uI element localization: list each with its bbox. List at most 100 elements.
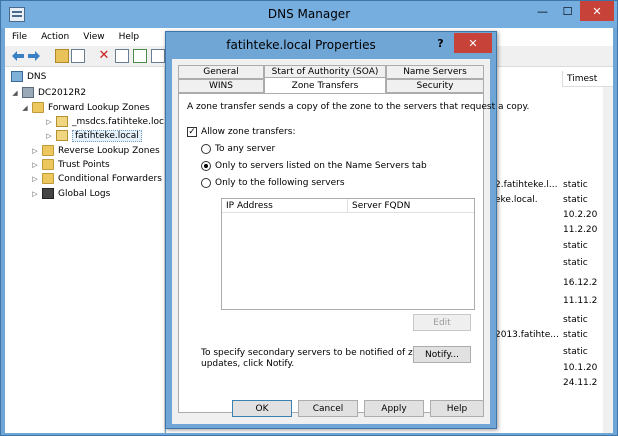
edit-button[interactable]: Edit: [413, 314, 471, 331]
allow-zone-transfers-checkbox[interactable]: ✓: [187, 127, 197, 137]
dialog-help-button[interactable]: ?: [428, 33, 453, 53]
back-arrow-icon[interactable]: [11, 49, 25, 63]
tree-item-reverse-lookup-zones[interactable]: ▷ Reverse Lookup Zones: [31, 143, 160, 158]
tree-item-label: Global Logs: [58, 188, 111, 199]
folder-icon: [42, 145, 54, 156]
forward-arrow-icon[interactable]: [27, 49, 41, 63]
zone-transfer-description: A zone transfer sends a copy of the zone…: [187, 102, 530, 112]
tab-name-servers[interactable]: Name Servers: [386, 65, 484, 79]
dialog-body: General Start of Authority (SOA) Name Se…: [172, 59, 529, 424]
dialog-close-button[interactable]: ✕: [454, 33, 492, 53]
menu-file[interactable]: File: [5, 32, 34, 42]
menu-view[interactable]: View: [76, 32, 111, 42]
list-cell: 2013.fatihte...: [495, 330, 559, 340]
help-button[interactable]: Help: [430, 400, 484, 417]
tab-zone-transfers[interactable]: Zone Transfers: [264, 77, 386, 93]
notify-description-line2: updates, click Notify.: [201, 359, 295, 369]
tree-item-label: _msdcs.fatihteke.loca: [72, 116, 165, 127]
radio-following-servers[interactable]: [201, 178, 211, 188]
list-cell: 2.fatihteke.l...: [495, 180, 558, 190]
tree-item-label: Trust Points: [58, 159, 110, 170]
cancel-button[interactable]: Cancel: [298, 400, 358, 417]
list-cell: static: [563, 330, 588, 340]
maximize-button[interactable]: ☐: [555, 1, 580, 21]
server-list-table[interactable]: IP Address Server FQDN: [221, 198, 475, 310]
tree-item-trust-points[interactable]: ▷ Trust Points: [31, 157, 110, 172]
radio-following-servers-label: Only to the following servers: [215, 178, 345, 188]
radio-any-server-label: To any server: [215, 144, 276, 154]
tab-general[interactable]: General: [178, 65, 264, 79]
delete-icon[interactable]: ✕: [97, 49, 111, 63]
zone-transfers-panel: A zone transfer sends a copy of the zone…: [178, 93, 529, 413]
tab-security[interactable]: Security: [386, 79, 484, 93]
expand-toggle-icon[interactable]: ▷: [31, 190, 39, 198]
export-icon[interactable]: [133, 49, 147, 63]
expand-toggle-icon[interactable]: ◢: [21, 104, 29, 112]
expand-toggle-icon[interactable]: ◢: [11, 89, 19, 97]
tree-item-label: fatihteke.local: [72, 129, 142, 142]
folder-icon: [42, 173, 54, 184]
ok-button[interactable]: OK: [232, 400, 292, 417]
folder-icon: [42, 159, 54, 170]
column-header-server-fqdn[interactable]: Server FQDN: [348, 199, 474, 213]
dialog-title: fatihteke.local Properties: [226, 38, 376, 52]
list-cell: static: [563, 195, 588, 205]
up-folder-icon[interactable]: [55, 49, 69, 63]
list-cell: static: [563, 241, 588, 251]
tree-item-dns[interactable]: DNS: [11, 69, 46, 84]
folder-icon: [32, 102, 44, 113]
console-tree: DNS ◢ DC2012R2 ◢ Forward Lookup Zones ▷ …: [5, 67, 165, 433]
vertical-scrollbar[interactable]: [603, 87, 613, 433]
tree-item-msdcs-zone[interactable]: ▷ _msdcs.fatihteke.loca: [45, 114, 165, 129]
expand-toggle-icon[interactable]: ▷: [31, 161, 39, 169]
tree-item-label: DNS: [27, 71, 47, 82]
list-cell: eke.local.: [495, 195, 538, 205]
tree-item-label: Forward Lookup Zones: [48, 102, 150, 113]
tree-item-global-logs[interactable]: ▷ Global Logs: [31, 186, 110, 201]
zone-properties-dialog: fatihteke.local Properties ? ✕ General S…: [165, 31, 529, 429]
tree-item-label: Reverse Lookup Zones: [58, 145, 160, 156]
list-cell: static: [563, 258, 588, 268]
tree-item-label: DC2012R2: [38, 87, 87, 98]
expand-toggle-icon[interactable]: ▷: [45, 132, 53, 140]
tree-item-label: Conditional Forwarders: [58, 173, 162, 184]
tree-item-fatihteke-local[interactable]: ▷ fatihteke.local: [45, 128, 142, 143]
list-cell: 16.12.2: [563, 278, 598, 288]
radio-name-servers-tab-label: Only to servers listed on the Name Serve…: [215, 161, 427, 171]
menu-help[interactable]: Help: [112, 32, 147, 42]
log-icon: [42, 188, 54, 199]
column-header-timestamp[interactable]: Timest: [562, 71, 613, 87]
list-cell: 10.1.20: [563, 363, 598, 373]
tree-item-conditional-forwarders[interactable]: ▷ Conditional Forwarders: [31, 171, 162, 186]
allow-zone-transfers-label: Allow zone transfers:: [201, 127, 296, 137]
tree-item-dc2012r2[interactable]: ◢ DC2012R2: [11, 85, 86, 100]
refresh-icon[interactable]: [115, 49, 129, 63]
tab-wins[interactable]: WINS: [178, 79, 264, 93]
close-button[interactable]: ✕: [580, 1, 614, 21]
properties-icon[interactable]: [71, 49, 85, 63]
zone-icon: [56, 116, 68, 127]
expand-toggle-icon[interactable]: ▷: [31, 175, 39, 183]
dialog-title-bar[interactable]: fatihteke.local Properties ? ✕: [166, 32, 496, 59]
list-cell: static: [563, 347, 588, 357]
title-bar[interactable]: DNS Manager — ☐ ✕: [1, 1, 617, 28]
apply-button[interactable]: Apply: [364, 400, 424, 417]
list-cell: 11.2.20: [563, 225, 598, 235]
radio-any-server[interactable]: [201, 144, 211, 154]
notify-description-line1: To specify secondary servers to be notif…: [201, 348, 430, 358]
expand-toggle-icon[interactable]: ▷: [31, 147, 39, 155]
list-cell: 11.11.2: [563, 296, 598, 306]
minimize-button[interactable]: —: [530, 1, 555, 21]
column-header-ip-address[interactable]: IP Address: [222, 199, 348, 213]
notify-button[interactable]: Notify...: [413, 346, 471, 363]
tree-item-forward-lookup-zones[interactable]: ◢ Forward Lookup Zones: [21, 100, 150, 115]
expand-toggle-icon[interactable]: ▷: [45, 118, 53, 126]
radio-name-servers-tab[interactable]: [201, 161, 211, 171]
list-cell: 10.2.20: [563, 210, 598, 220]
help-icon[interactable]: [151, 49, 165, 63]
list-cell: 24.11.2: [563, 378, 598, 388]
list-cell: static: [563, 180, 588, 190]
list-cell: static: [563, 315, 588, 325]
menu-action[interactable]: Action: [34, 32, 76, 42]
server-icon: [22, 87, 34, 98]
